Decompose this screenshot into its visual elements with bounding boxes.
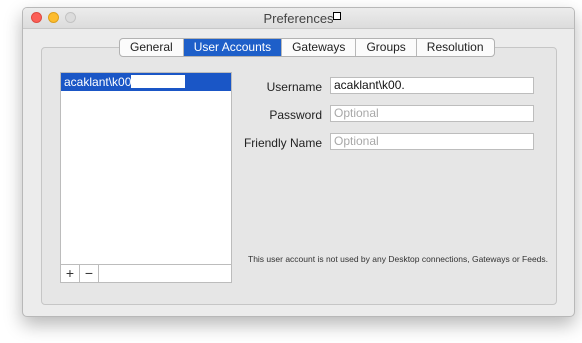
account-list-item[interactable]: acaklant\k00 bbox=[61, 73, 231, 91]
account-list-item-label: acaklant\k00 bbox=[64, 75, 132, 89]
title-bar[interactable]: Preferences bbox=[23, 8, 574, 29]
list-controls: + − bbox=[60, 264, 232, 283]
window-title: Preferences bbox=[263, 11, 334, 26]
friendly-name-field[interactable]: Optional bbox=[330, 133, 534, 150]
password-label: Password bbox=[269, 108, 322, 122]
username-field[interactable]: acaklant\k00. bbox=[330, 77, 534, 94]
password-field[interactable]: Optional bbox=[330, 105, 534, 122]
friendly-name-label: Friendly Name bbox=[243, 136, 322, 150]
tab-gateways[interactable]: Gateways bbox=[282, 39, 357, 56]
accounts-list[interactable]: acaklant\k00 bbox=[60, 72, 232, 278]
add-account-button[interactable]: + bbox=[61, 265, 80, 282]
preferences-window: Preferences General User Accounts Gatewa… bbox=[22, 7, 575, 317]
preferences-tabs: General User Accounts Gateways Groups Re… bbox=[119, 38, 495, 57]
username-label: Username bbox=[266, 80, 322, 94]
tab-general[interactable]: General bbox=[120, 39, 184, 56]
tab-resolution[interactable]: Resolution bbox=[417, 39, 494, 56]
resize-handle-icon[interactable] bbox=[333, 12, 341, 20]
tab-user-accounts[interactable]: User Accounts bbox=[183, 39, 283, 56]
redaction-box bbox=[131, 75, 185, 88]
account-usage-note: This user account is not used by any Des… bbox=[248, 254, 549, 264]
remove-account-button[interactable]: − bbox=[80, 265, 99, 282]
tab-content-panel: acaklant\k00 + − Username acaklant\k00. … bbox=[41, 47, 557, 305]
tab-groups[interactable]: Groups bbox=[356, 39, 417, 56]
